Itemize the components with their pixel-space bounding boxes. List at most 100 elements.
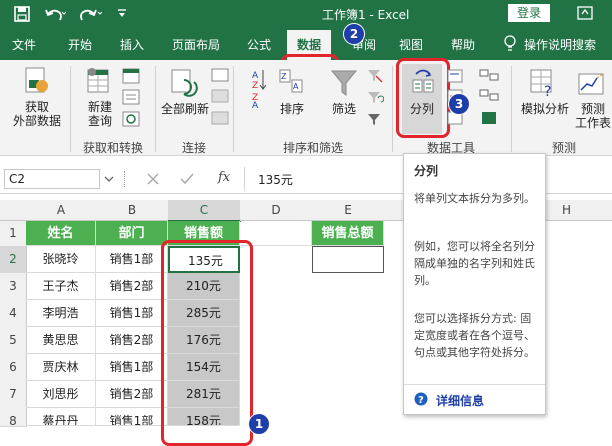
login-button[interactable]: 登录 bbox=[508, 4, 550, 22]
select-all-corner[interactable] bbox=[0, 200, 27, 221]
sort-az-icon[interactable]: A Z Z A bbox=[250, 68, 268, 108]
col-header-a[interactable]: A bbox=[26, 200, 97, 221]
ribbon-data: 获取 外部数据 新建 查询 获取和转换 全部刷新 连接 A Z Z A Z A … bbox=[0, 58, 612, 156]
connections-mini-icons[interactable] bbox=[211, 68, 229, 128]
tooltip-title: 分列 bbox=[414, 164, 439, 178]
help-icon: ? bbox=[414, 392, 428, 406]
new-query-label-2: 查询 bbox=[87, 114, 112, 128]
tab-file[interactable]: 文件 bbox=[12, 36, 36, 53]
tab-insert[interactable]: 插入 bbox=[120, 36, 144, 53]
refresh-all-button[interactable]: 全部刷新 bbox=[157, 102, 213, 116]
get-data-label-1: 获取 bbox=[24, 100, 49, 114]
customize-quick-access-icon[interactable] bbox=[116, 8, 128, 20]
ribbon-separator bbox=[233, 66, 234, 152]
group-connections: 连接 bbox=[181, 141, 206, 155]
filter-button[interactable]: 筛选 bbox=[322, 102, 366, 116]
cell-department[interactable]: 销售1部 bbox=[96, 246, 168, 273]
what-if-analysis-icon: ? bbox=[530, 69, 552, 98]
cell-name[interactable]: 张晓玲 bbox=[26, 246, 96, 273]
header-total-sales[interactable]: 销售总额 bbox=[312, 221, 384, 246]
get-data-label-2: 外部数据 bbox=[12, 114, 61, 128]
highlight-text-to-columns bbox=[396, 58, 450, 138]
col-header-e[interactable]: E bbox=[312, 200, 385, 221]
forecast-sheet-icon bbox=[578, 73, 604, 95]
row-header-3[interactable]: 3 bbox=[0, 273, 27, 301]
cell-name[interactable]: 黄思思 bbox=[26, 327, 96, 354]
filter-mini-icons[interactable] bbox=[366, 68, 384, 128]
forecast-sheet-button[interactable]: 预测 工作表 bbox=[574, 102, 612, 130]
tell-me-search[interactable]: 操作说明搜索 bbox=[524, 36, 596, 53]
cell-department[interactable]: 销售2部 bbox=[96, 327, 168, 354]
cell-department[interactable]: 销售2部 bbox=[96, 381, 168, 408]
text-to-columns-tooltip: 分列 将单列文本拆分为多列。 例如，您可以将全名列分隔成单独的名字列和姓氏列。 … bbox=[403, 153, 546, 415]
row-header-4[interactable]: 4 bbox=[0, 300, 27, 328]
group-sort-filter: 排序和筛选 bbox=[282, 141, 343, 155]
formula-bar-divider bbox=[244, 167, 245, 191]
tab-page-layout[interactable]: 页面布局 bbox=[172, 36, 220, 53]
row-header-7[interactable]: 7 bbox=[0, 381, 27, 409]
tooltip-description: 将单列文本拆分为多列。 bbox=[414, 192, 535, 205]
cell-name[interactable]: 刘思彤 bbox=[26, 381, 96, 408]
formula-bar-grip bbox=[124, 171, 127, 187]
cell-name[interactable]: 贾庆林 bbox=[26, 354, 96, 381]
insert-function-icon[interactable]: fx bbox=[218, 170, 230, 185]
col-header-d[interactable]: D bbox=[240, 200, 313, 221]
undo-icon[interactable] bbox=[44, 6, 66, 22]
cell-department[interactable]: 销售2部 bbox=[96, 273, 168, 300]
what-if-analysis-button[interactable]: 模拟分析 bbox=[514, 102, 576, 116]
forecast-label-2: 工作表 bbox=[574, 116, 611, 130]
cell-department[interactable]: 销售1部 bbox=[96, 354, 168, 381]
query-mini-icons[interactable] bbox=[122, 68, 140, 128]
confirm-entry-icon[interactable] bbox=[180, 172, 194, 186]
cell-name[interactable]: 蔡丹丹 bbox=[26, 408, 96, 426]
cell-department[interactable]: 销售1部 bbox=[96, 300, 168, 327]
ribbon-separator bbox=[392, 66, 393, 152]
tab-formulas[interactable]: 公式 bbox=[247, 36, 271, 53]
header-department[interactable]: 部门 bbox=[96, 221, 168, 246]
sort-button[interactable]: 排序 bbox=[270, 102, 314, 116]
ribbon-separator bbox=[155, 66, 156, 152]
row-header-8[interactable]: 8 bbox=[0, 408, 27, 428]
get-external-data-button[interactable]: 获取 外部数据 bbox=[6, 100, 68, 128]
tooltip-more-info-link[interactable]: 详细信息 bbox=[436, 392, 484, 409]
title-bar: 工作簿1 - Excel 登录 bbox=[0, 0, 612, 28]
tab-view[interactable]: 视图 bbox=[399, 36, 423, 53]
tab-help[interactable]: 帮助 bbox=[451, 36, 475, 53]
ribbon-separator bbox=[511, 66, 512, 152]
ribbon-display-icon[interactable] bbox=[577, 6, 593, 20]
cell-department[interactable]: 销售1部 bbox=[96, 408, 168, 426]
row-header-5[interactable]: 5 bbox=[0, 327, 27, 355]
redo-icon[interactable] bbox=[80, 6, 102, 22]
new-query-label-1: 新建 bbox=[87, 100, 112, 114]
row-header-6[interactable]: 6 bbox=[0, 354, 27, 382]
tooltip-options: 您可以选择拆分方式: 固定宽度或者在各个逗号、句点或其他字符处拆分。 bbox=[414, 312, 535, 359]
cancel-entry-icon[interactable] bbox=[146, 172, 160, 186]
col-header-c[interactable]: C bbox=[168, 200, 241, 222]
step-badge-3: 3 bbox=[448, 93, 470, 115]
name-box-dropdown-icon[interactable] bbox=[104, 175, 114, 183]
ribbon-tab-bar: 文件 开始 插入 页面布局 公式 数据 审阅 视图 帮助 操作说明搜索 bbox=[0, 28, 612, 94]
refresh-all-icon bbox=[171, 69, 198, 97]
name-box[interactable]: C2 bbox=[4, 169, 100, 189]
cell-e2[interactable] bbox=[312, 246, 384, 273]
svg-text:?: ? bbox=[418, 395, 424, 406]
tab-data[interactable]: 数据 bbox=[297, 36, 321, 53]
tab-home[interactable]: 开始 bbox=[68, 36, 92, 53]
step-badge-1: 1 bbox=[248, 413, 270, 435]
new-query-button[interactable]: 新建 查询 bbox=[78, 100, 122, 128]
header-name[interactable]: 姓名 bbox=[26, 221, 96, 246]
tooltip-divider bbox=[404, 384, 545, 385]
sort-dialog-icon: Z A bbox=[279, 69, 303, 93]
formula-input[interactable]: 135元 bbox=[258, 171, 293, 188]
row-header-1[interactable]: 1 bbox=[0, 221, 27, 247]
svg-text:Z: Z bbox=[252, 81, 258, 91]
svg-text:Z: Z bbox=[281, 72, 287, 81]
col-header-h[interactable]: H bbox=[562, 203, 571, 217]
row-header-2[interactable]: 2 bbox=[0, 246, 27, 274]
cell-name[interactable]: 王子杰 bbox=[26, 273, 96, 300]
document-title: 工作簿1 - Excel bbox=[322, 8, 410, 22]
col-header-b[interactable]: B bbox=[96, 200, 169, 221]
save-icon[interactable] bbox=[14, 6, 30, 22]
lightbulb-icon bbox=[504, 35, 516, 51]
cell-name[interactable]: 李明浩 bbox=[26, 300, 96, 327]
